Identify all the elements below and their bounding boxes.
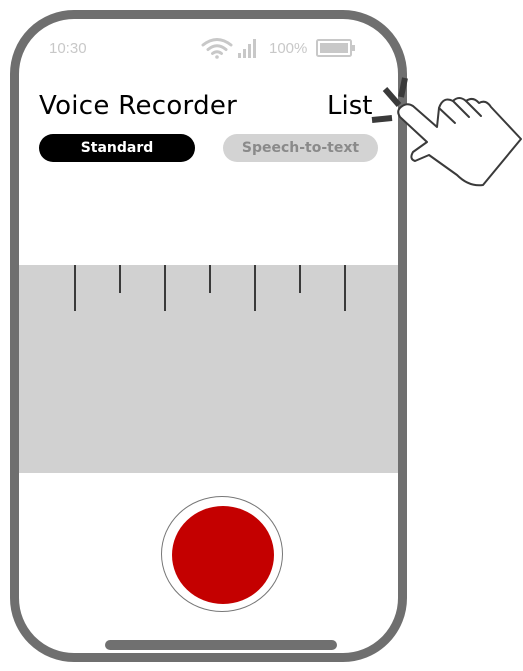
- page-title: Voice Recorder: [39, 91, 238, 121]
- tab-standard[interactable]: Standard: [39, 134, 195, 162]
- status-bar: 10:30 100%: [19, 37, 398, 59]
- waveform-tick: [299, 265, 301, 293]
- waveform-tick: [254, 265, 256, 311]
- status-time: 10:30: [49, 40, 87, 57]
- signal-bars-icon: [238, 39, 256, 58]
- record-button-ring: [161, 496, 283, 612]
- pointing-hand-icon: [371, 77, 522, 187]
- waveform-tick: [209, 265, 211, 293]
- battery-percent: 100%: [269, 40, 308, 57]
- battery-full-icon: [316, 39, 355, 57]
- waveform-tick: [119, 265, 121, 293]
- waveform-tick: [164, 265, 166, 311]
- wifi-icon: [201, 38, 233, 59]
- waveform-area: [19, 265, 398, 473]
- phone-frame: 10:30 100% Voice Recorder List Standard …: [10, 10, 407, 662]
- home-indicator: [105, 640, 337, 650]
- waveform-tick: [74, 265, 76, 311]
- tab-speech-to-text[interactable]: Speech-to-text: [223, 134, 378, 162]
- waveform-tick: [344, 265, 346, 311]
- record-button[interactable]: [172, 506, 274, 604]
